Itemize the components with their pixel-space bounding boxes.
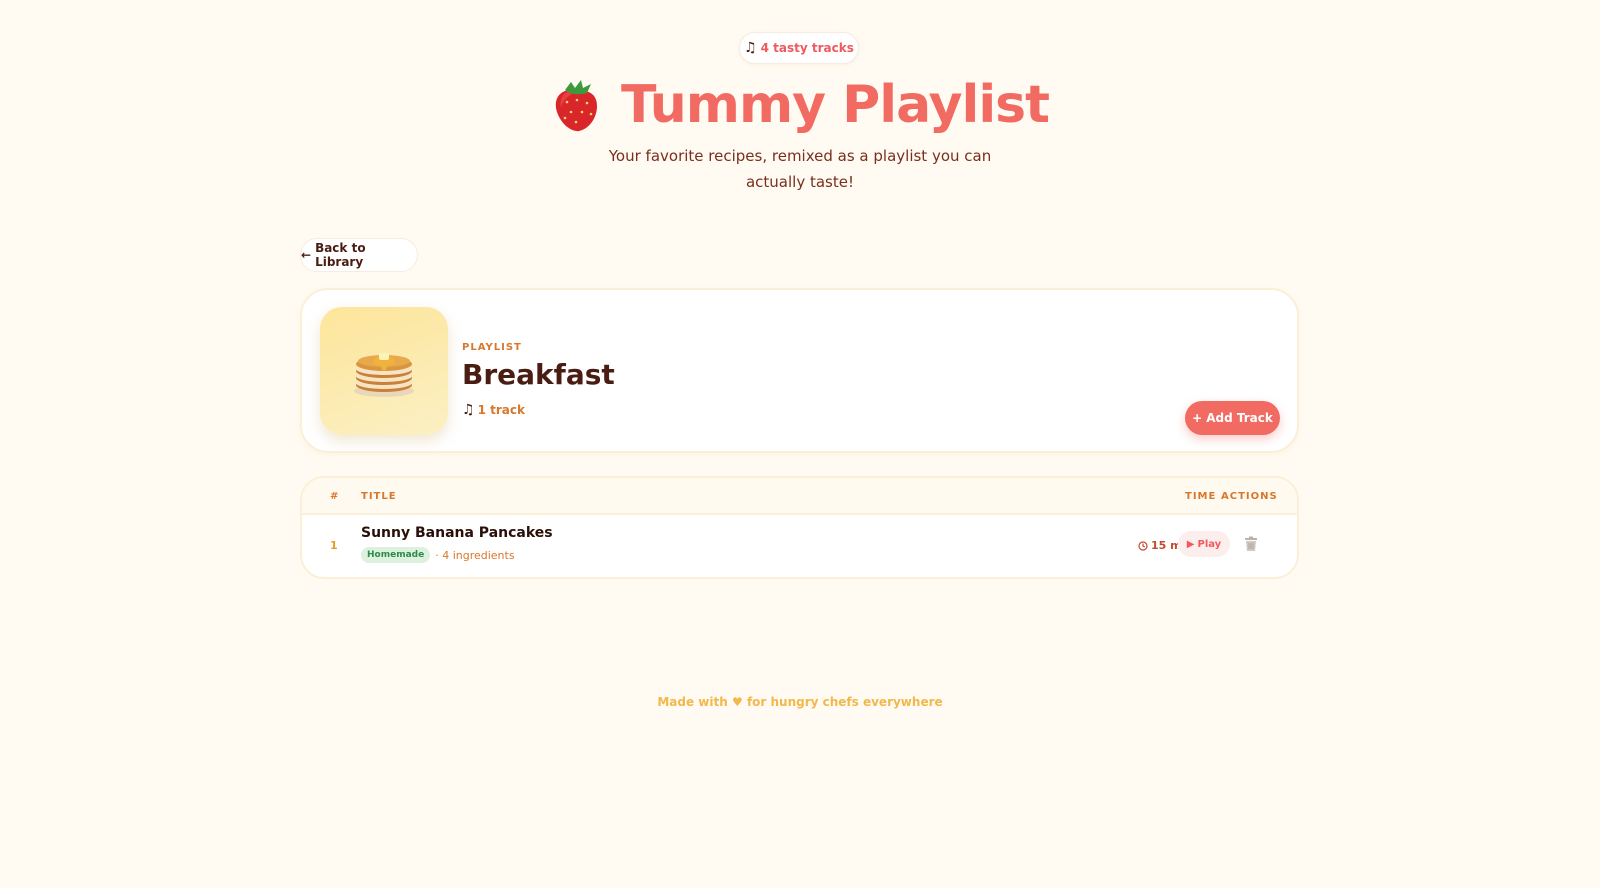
- badge-label: 4 tasty tracks: [760, 41, 854, 55]
- back-label: Back to Library: [315, 241, 366, 269]
- playlist-header-card: PLAYLIST Breakfast ♫ 1 track + Add Track: [300, 288, 1299, 453]
- app-title-row: Tummy Playlist: [0, 70, 1600, 140]
- add-track-button[interactable]: + Add Track: [1185, 401, 1280, 435]
- arrow-left-icon: ←: [301, 248, 312, 262]
- back-to-library-button[interactable]: ← Back to Library: [300, 238, 418, 272]
- pancakes-icon: [354, 353, 414, 397]
- column-header-time: TIME: [1185, 491, 1217, 502]
- playlist-type-label: PLAYLIST: [462, 342, 522, 353]
- track-count-badge: ♫ 4 tasty tracks: [739, 32, 859, 64]
- play-button[interactable]: ▶ Play: [1178, 531, 1230, 557]
- ingredient-count: · 4 ingredients: [435, 548, 515, 562]
- homemade-tag: Homemade: [361, 547, 431, 563]
- tracks-table: # TITLE TIME ACTIONS 1 Sunny Banana Panc…: [300, 476, 1299, 579]
- footer-prefix: Made with: [657, 695, 728, 709]
- music-note-icon: ♫: [462, 402, 475, 418]
- plus-icon: +: [1192, 411, 1203, 425]
- table-header: # TITLE TIME ACTIONS: [302, 478, 1297, 515]
- clock-icon: [1138, 540, 1148, 551]
- playlist-cover: [320, 307, 448, 435]
- strawberry-icon: [555, 80, 598, 132]
- footer-suffix: for hungry chefs everywhere: [746, 695, 943, 709]
- column-header-number: #: [330, 491, 340, 502]
- track-meta: Homemade · 4 ingredients: [361, 547, 515, 563]
- play-icon: ▶: [1186, 538, 1195, 550]
- app-title: Tummy Playlist: [621, 75, 1050, 135]
- app-subtitle: Your favorite recipes, remixed as a play…: [608, 147, 992, 191]
- footer: Made with ♥ for hungry chefs everywhere: [0, 695, 1600, 709]
- music-note-icon: ♫: [744, 40, 757, 56]
- table-row[interactable]: 1 Sunny Banana Pancakes Homemade · 4 ing…: [302, 517, 1297, 577]
- trash-icon[interactable]: [1244, 536, 1258, 552]
- add-track-label: Add Track: [1206, 411, 1273, 425]
- playlist-track-count: ♫ 1 track: [462, 402, 525, 418]
- track-count-label: 1 track: [477, 403, 525, 417]
- track-title[interactable]: Sunny Banana Pancakes: [361, 525, 553, 541]
- play-label: Play: [1197, 538, 1222, 550]
- track-number: 1: [330, 539, 338, 552]
- column-header-title: TITLE: [361, 491, 397, 502]
- column-header-actions: ACTIONS: [1221, 491, 1278, 502]
- playlist-name: Breakfast: [462, 358, 615, 391]
- heart-icon: ♥: [731, 695, 743, 709]
- page: ♫ 4 tasty tracks Tummy Playlist Your fav…: [0, 0, 1600, 888]
